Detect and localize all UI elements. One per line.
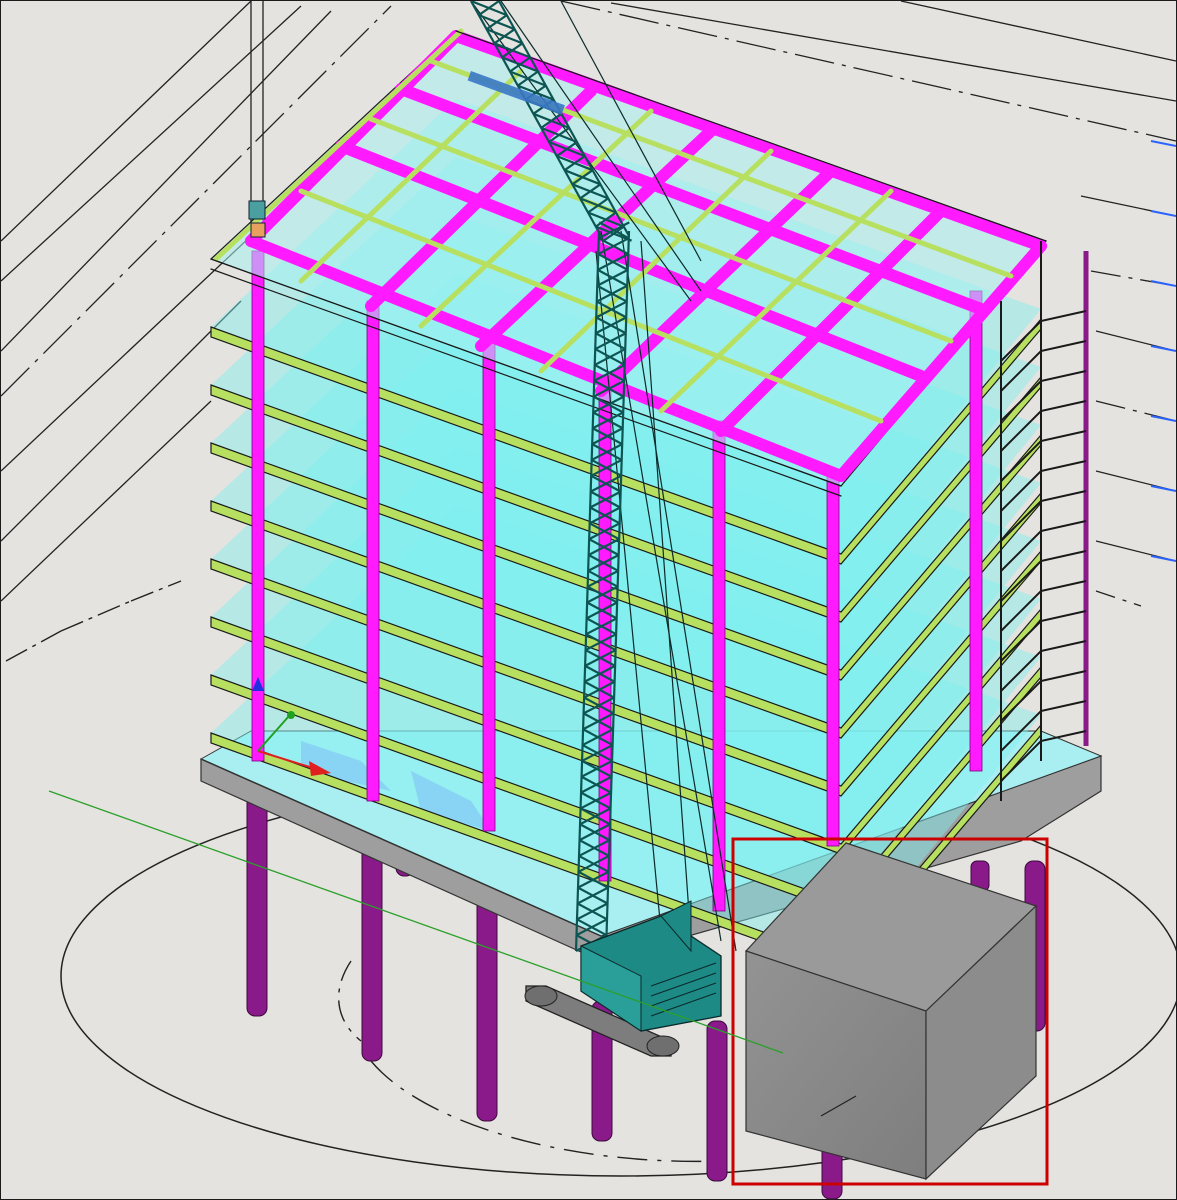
steel-column [969, 290, 983, 772]
grid-bubbles-blue [1150, 140, 1176, 562]
model-viewport[interactable]: multi-storey steel frame building with c… [0, 0, 1177, 1200]
model-scene[interactable] [1, 1, 1176, 1199]
hoist-mast [248, 200, 266, 238]
steel-column [712, 420, 726, 912]
steel-column [482, 335, 496, 832]
steel-column [366, 300, 380, 802]
steel-column [826, 470, 840, 847]
